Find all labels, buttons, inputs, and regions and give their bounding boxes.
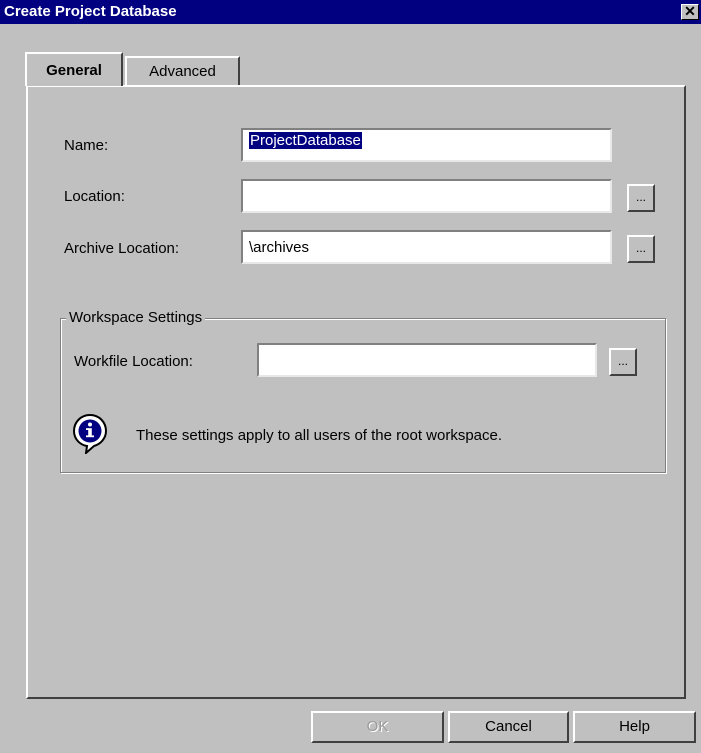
ok-button[interactable]: OK xyxy=(311,711,444,743)
close-icon: ✕ xyxy=(684,3,696,19)
window-title: Create Project Database xyxy=(4,3,177,20)
location-label: Location: xyxy=(64,188,125,205)
name-label: Name: xyxy=(64,137,109,154)
tab-general[interactable]: General xyxy=(25,52,123,86)
archive-location-label: Archive Location: xyxy=(64,240,180,257)
location-field[interactable] xyxy=(241,179,612,213)
workfile-location-browse-button[interactable]: ... xyxy=(609,348,637,376)
browse-label: ... xyxy=(617,354,628,368)
help-button[interactable]: Help xyxy=(573,711,696,743)
workfile-location-label: Workfile Location: xyxy=(74,353,193,370)
tab-general-label: General xyxy=(46,62,102,79)
browse-label: ... xyxy=(635,190,646,204)
workspace-settings-group xyxy=(60,318,666,473)
workspace-info-text: These settings apply to all users of the… xyxy=(136,427,503,444)
workfile-location-field[interactable] xyxy=(257,343,597,377)
cancel-button[interactable]: Cancel xyxy=(448,711,569,743)
archive-location-field[interactable] xyxy=(241,230,612,264)
info-balloon-icon xyxy=(73,414,107,454)
title-bar: Create Project Database ✕ xyxy=(0,0,701,24)
location-browse-button[interactable]: ... xyxy=(627,184,655,212)
workspace-settings-title: Workspace Settings xyxy=(66,309,206,326)
name-field-value: ProjectDatabase xyxy=(249,132,362,149)
browse-label: ... xyxy=(635,241,646,255)
tab-advanced-label: Advanced xyxy=(149,63,216,80)
name-field[interactable]: ProjectDatabase xyxy=(241,128,612,162)
archive-location-browse-button[interactable]: ... xyxy=(627,235,655,263)
tab-advanced[interactable]: Advanced xyxy=(125,56,240,86)
close-button[interactable]: ✕ xyxy=(681,4,699,20)
